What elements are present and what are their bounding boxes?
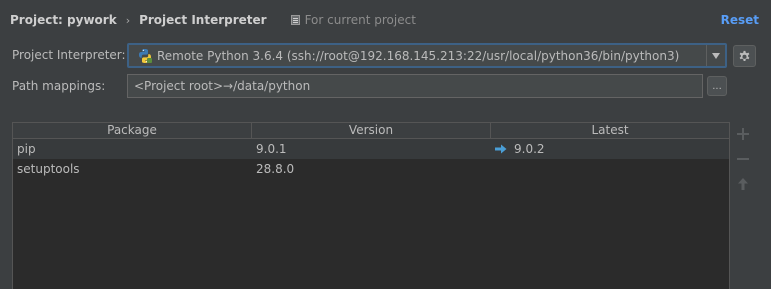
interpreter-settings-button[interactable]	[733, 45, 756, 67]
add-package-button[interactable]	[736, 127, 750, 141]
upgrade-icon	[738, 178, 748, 190]
scope-label: For current project	[304, 13, 416, 27]
package-latest: 9.0.2	[491, 142, 729, 156]
page-title: Project Interpreter	[139, 13, 267, 27]
interpreter-value: Remote Python 3.6.4 (ssh://root@192.168.…	[157, 48, 680, 63]
path-mappings-field[interactable]: <Project root>→/data/python	[127, 74, 703, 98]
latest-version: 9.0.2	[514, 142, 545, 156]
interpreter-label: Project Interpreter:	[12, 48, 126, 62]
path-mappings-label: Path mappings:	[12, 79, 106, 93]
breadcrumb: Project: pywork › Project Interpreter Fo…	[0, 0, 771, 40]
column-header-latest[interactable]: Latest	[491, 123, 729, 138]
package-version: 28.8.0	[256, 162, 295, 176]
python-icon	[139, 48, 152, 63]
remove-package-button[interactable]	[736, 152, 750, 166]
reset-link[interactable]: Reset	[721, 13, 759, 27]
table-header: Package Version Latest	[13, 123, 729, 139]
breadcrumb-separator: ›	[125, 13, 131, 27]
table-row[interactable]: setuptools 28.8.0	[13, 159, 729, 179]
package-version: 9.0.1	[256, 142, 287, 156]
add-icon	[737, 128, 749, 140]
package-name: pip	[17, 142, 36, 156]
interpreter-dropdown[interactable]: Remote Python 3.6.4 (ssh://root@192.168.…	[127, 43, 727, 68]
column-header-version[interactable]: Version	[252, 123, 491, 138]
table-row[interactable]: pip 9.0.1 9.0.2	[13, 139, 729, 159]
remove-icon	[737, 158, 749, 160]
column-header-package[interactable]: Package	[13, 123, 252, 138]
project-scope-icon	[290, 15, 300, 25]
upgrade-arrow-icon	[495, 144, 507, 154]
path-mappings-browse-button[interactable]: ...	[707, 76, 727, 96]
packages-table[interactable]: Package Version Latest pip 9.0.1 9.0.2 s…	[12, 122, 730, 289]
gear-icon	[739, 50, 750, 61]
upgrade-package-button[interactable]	[736, 177, 750, 191]
package-name: setuptools	[17, 162, 80, 176]
breadcrumb-project[interactable]: Project: pywork	[10, 13, 117, 27]
chevron-down-icon[interactable]	[706, 45, 725, 66]
